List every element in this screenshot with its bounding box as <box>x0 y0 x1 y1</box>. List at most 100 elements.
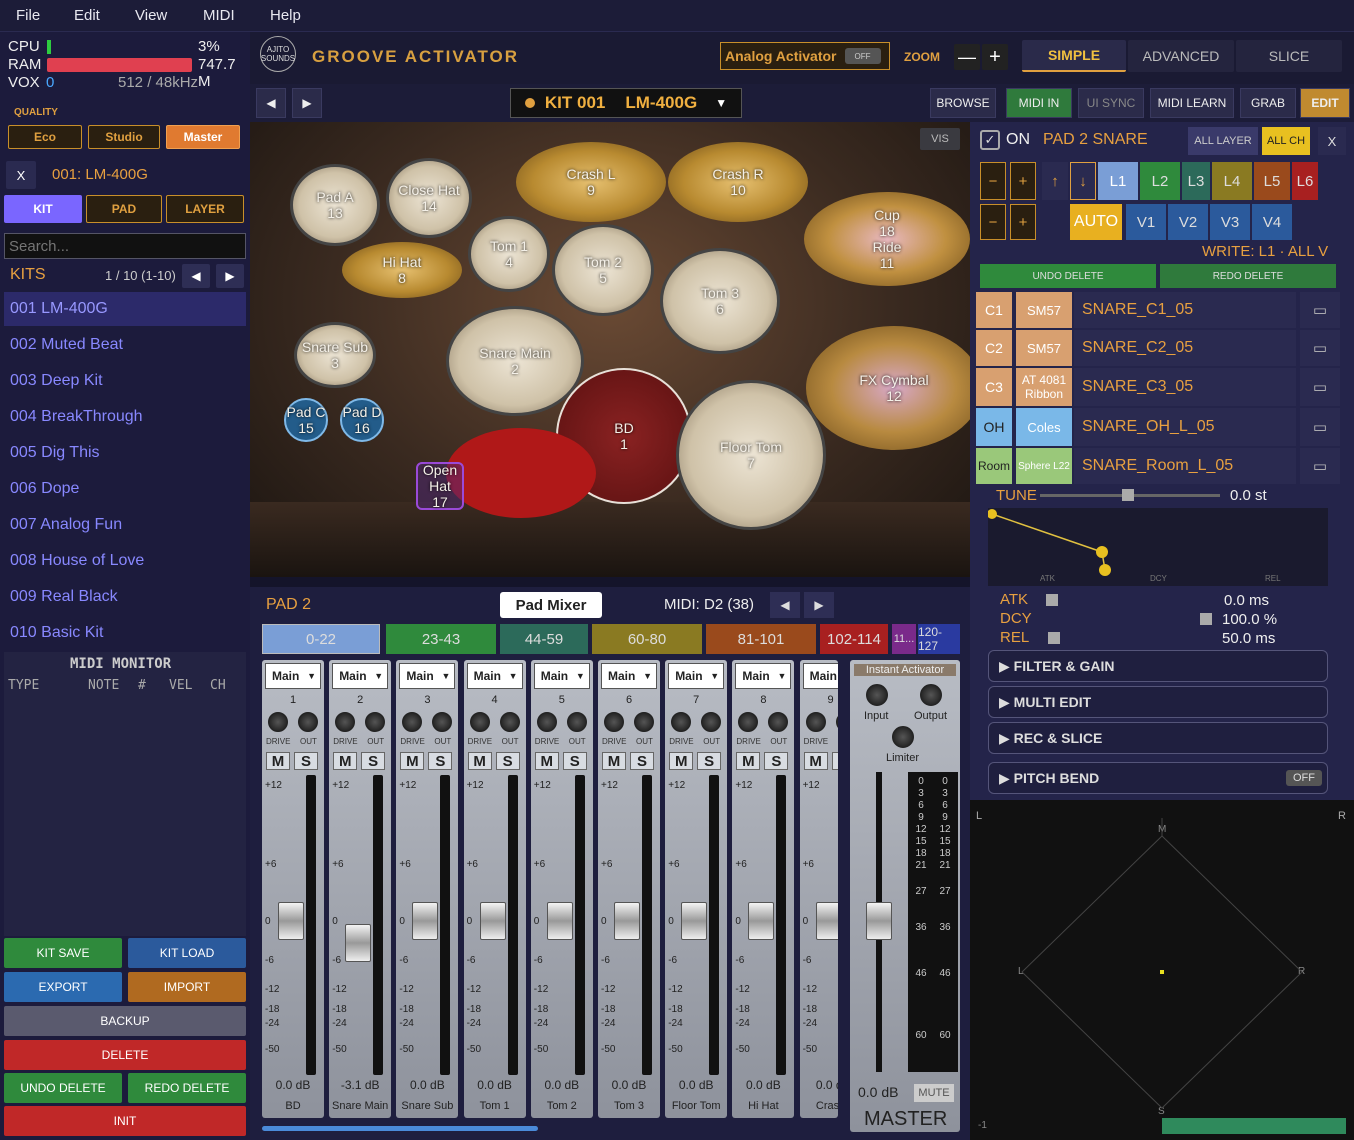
vel-v4[interactable]: V4 <box>1252 204 1292 240</box>
out-knob[interactable] <box>298 712 318 732</box>
mic-ch-oh[interactable]: OH <box>976 408 1012 446</box>
redo-delete-layer-button[interactable]: REDO DELETE <box>1160 264 1336 288</box>
folder-icon[interactable]: ▭ <box>1300 448 1340 484</box>
mic-model-c3[interactable]: AT 4081 Ribbon <box>1016 368 1072 406</box>
vel-v2[interactable]: V2 <box>1168 204 1208 240</box>
pad-crash-l[interactable]: Crash L9 <box>516 142 666 222</box>
drive-knob[interactable] <box>536 712 557 732</box>
pad-close-button[interactable]: X <box>1318 127 1346 155</box>
pad-snare-sub[interactable]: Snare Sub 3 <box>294 322 376 388</box>
grab-button[interactable]: GRAB <box>1240 88 1296 118</box>
channel-fader[interactable] <box>345 924 372 962</box>
output-knob[interactable] <box>920 684 942 706</box>
mic-ch-room[interactable]: Room <box>976 448 1012 484</box>
out-knob[interactable] <box>499 712 520 732</box>
redo-delete-button[interactable]: REDO DELETE <box>128 1073 246 1103</box>
tune-slider-handle[interactable] <box>1122 489 1134 501</box>
out-knob[interactable] <box>634 712 654 732</box>
drive-knob[interactable] <box>738 712 759 732</box>
kit-item[interactable]: 003 Deep Kit <box>4 364 246 398</box>
pitch-bend-toggle[interactable]: OFF <box>1286 770 1322 786</box>
range-tab-0-22[interactable]: 0-22 <box>262 624 380 654</box>
zoom-in-button[interactable]: + <box>982 44 1008 70</box>
pad-mixer-tab[interactable]: Pad Mixer <box>500 592 602 618</box>
drive-knob[interactable] <box>805 712 826 732</box>
kit-item[interactable]: 009 Real Black <box>4 580 246 614</box>
limiter-knob[interactable] <box>892 726 914 748</box>
kit-load-button[interactable]: KIT LOAD <box>128 938 246 968</box>
delete-button[interactable]: DELETE <box>4 1040 246 1070</box>
kit-save-button[interactable]: KIT SAVE <box>4 938 122 968</box>
mic-model-c1[interactable]: SM57 <box>1016 292 1072 328</box>
range-tab-102-114[interactable]: 102-114 <box>820 624 888 654</box>
solo-button[interactable]: S <box>831 752 838 770</box>
all-ch-button[interactable]: ALL CH <box>1262 127 1310 155</box>
bus-select[interactable]: Main▼ <box>533 663 590 689</box>
bus-select[interactable]: Main▼ <box>802 663 838 689</box>
vel-plus-button[interactable]: + <box>1010 204 1036 240</box>
sample-c2[interactable]: SNARE_C2_05 <box>1074 330 1296 366</box>
quality-eco-button[interactable]: Eco <box>8 125 82 149</box>
kit-item[interactable]: 005 Dig This <box>4 436 246 470</box>
channel-fader[interactable] <box>815 902 838 940</box>
range-tab-60-80[interactable]: 60-80 <box>592 624 702 654</box>
solo-button[interactable]: S <box>361 752 386 770</box>
multi-edit-section[interactable]: ▶ MULTI EDIT <box>988 686 1328 718</box>
rec-slice-section[interactable]: ▶ REC & SLICE <box>988 722 1328 754</box>
browse-button[interactable]: BROWSE <box>930 88 996 118</box>
mute-button[interactable]: M <box>400 752 425 770</box>
solo-button[interactable]: S <box>630 752 654 770</box>
mute-button[interactable]: M <box>736 752 761 770</box>
mic-ch-c1[interactable]: C1 <box>976 292 1012 328</box>
layer-l4[interactable]: L4 <box>1212 162 1252 200</box>
pitch-bend-section[interactable]: ▶ PITCH BEND <box>988 762 1328 794</box>
drive-knob[interactable] <box>604 712 624 732</box>
bus-select[interactable]: Main▼ <box>668 663 725 689</box>
solo-button[interactable]: S <box>562 752 587 770</box>
channel-fader[interactable] <box>546 902 573 940</box>
drive-knob[interactable] <box>402 712 423 732</box>
pad-floor-tom[interactable]: Floor Tom 7 <box>676 380 826 530</box>
mic-ch-c2[interactable]: C2 <box>976 330 1012 366</box>
solo-button[interactable]: S <box>495 752 520 770</box>
midi-in-button[interactable]: MIDI IN <box>1006 88 1072 118</box>
folder-icon[interactable]: ▭ <box>1300 292 1340 328</box>
filter-gain-section[interactable]: ▶ FILTER & GAIN <box>988 650 1328 682</box>
vel-v3[interactable]: V3 <box>1210 204 1250 240</box>
vel-minus-button[interactable]: − <box>980 204 1006 240</box>
kit-item[interactable]: 004 BreakThrough <box>4 400 246 434</box>
sample-room[interactable]: SNARE_Room_L_05 <box>1074 448 1296 484</box>
channel-fader[interactable] <box>278 902 304 940</box>
layer-plus-button[interactable]: + <box>1010 162 1036 200</box>
analog-activator[interactable]: Analog Activator OFF <box>720 42 890 70</box>
out-knob[interactable] <box>835 712 838 732</box>
pad-close-hat[interactable]: Close Hat 14 <box>386 158 472 238</box>
backup-button[interactable]: BACKUP <box>4 1006 246 1036</box>
tab-slice[interactable]: SLICE <box>1236 40 1342 72</box>
channel-fader[interactable] <box>614 902 640 940</box>
pad-tom-2[interactable]: Tom 25 <box>552 224 654 316</box>
master-mute-button[interactable]: MUTE <box>914 1084 954 1102</box>
out-knob[interactable] <box>432 712 453 732</box>
undo-delete-layer-button[interactable]: UNDO DELETE <box>980 264 1156 288</box>
channel-fader[interactable] <box>412 902 439 940</box>
folder-icon[interactable]: ▭ <box>1300 330 1340 366</box>
mute-button[interactable]: M <box>333 752 358 770</box>
kit-item[interactable]: 010 Basic Kit <box>4 616 246 650</box>
mic-ch-c3[interactable]: C3 <box>976 368 1012 406</box>
mute-button[interactable]: M <box>602 752 626 770</box>
mixer-scrollbar[interactable] <box>262 1126 538 1131</box>
mode-pad-tab[interactable]: PAD <box>86 195 162 223</box>
range-tab-81-101[interactable]: 81-101 <box>706 624 816 654</box>
bus-select[interactable]: Main▼ <box>399 663 456 689</box>
undo-delete-button[interactable]: UNDO DELETE <box>4 1073 122 1103</box>
layer-up-button[interactable]: ↑ <box>1042 162 1068 200</box>
init-button[interactable]: INIT <box>4 1106 246 1136</box>
out-knob[interactable] <box>365 712 386 732</box>
kit-selector[interactable]: KIT 001 LM-400G ▼ <box>510 88 742 118</box>
folder-icon[interactable]: ▭ <box>1300 408 1340 446</box>
solo-button[interactable]: S <box>764 752 789 770</box>
kit-item[interactable]: 007 Analog Fun <box>4 508 246 542</box>
out-knob[interactable] <box>768 712 789 732</box>
drive-knob[interactable] <box>671 712 692 732</box>
